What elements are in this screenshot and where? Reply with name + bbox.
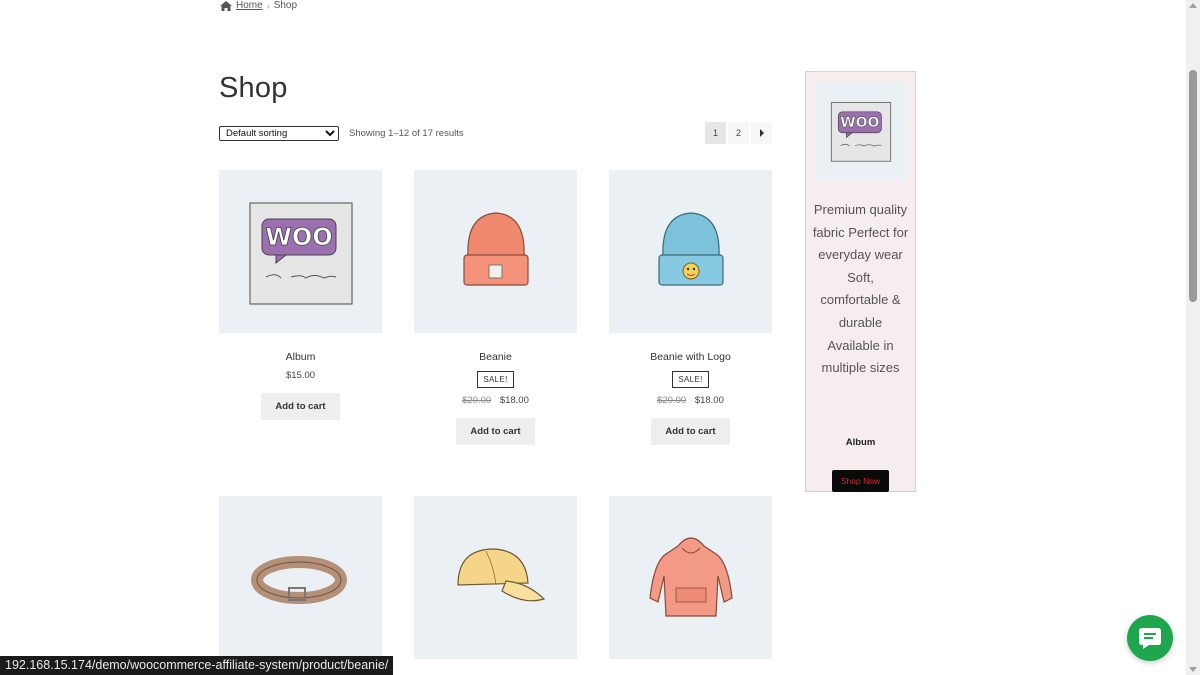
svg-text:WOO: WOO bbox=[840, 115, 879, 131]
add-to-cart-button[interactable]: Add to cart bbox=[261, 393, 340, 420]
original-price: $20.00 bbox=[657, 395, 687, 406]
sale-badge: SALE! bbox=[672, 371, 709, 388]
product-name[interactable]: Album bbox=[219, 351, 382, 363]
sidebar-ad: WOO Premium quality fabric Perfect for e… bbox=[805, 71, 916, 492]
ad-product-image[interactable]: WOO bbox=[814, 81, 907, 181]
chat-icon bbox=[1139, 628, 1161, 649]
product-name[interactable]: Beanie with Logo bbox=[609, 351, 772, 363]
product-price: $20.00 $18.00 bbox=[414, 395, 577, 406]
page-1-button[interactable]: 1 bbox=[705, 122, 726, 144]
product-card-beanie-with-logo: Beanie with Logo SALE! $20.00 $18.00 Add… bbox=[609, 170, 772, 445]
home-icon bbox=[220, 0, 232, 11]
product-image-beanie[interactable] bbox=[414, 170, 577, 333]
sort-dropdown[interactable]: Default sorting bbox=[219, 126, 339, 141]
pagination: 1 2 bbox=[705, 122, 772, 144]
breadcrumb: Home › Shop bbox=[220, 0, 297, 11]
scroll-down-arrow-icon[interactable] bbox=[1189, 667, 1197, 672]
breadcrumb-current: Shop bbox=[273, 0, 298, 11]
product-card-album: WOO Album $15.00 Add to cart bbox=[219, 170, 382, 420]
product-price: $20.00 $18.00 bbox=[609, 395, 772, 406]
album-image: WOO bbox=[248, 201, 353, 305]
product-name[interactable]: Beanie bbox=[414, 351, 577, 363]
current-price: $18.00 bbox=[499, 395, 529, 406]
current-price: $15.00 bbox=[285, 370, 316, 381]
hoodie-image bbox=[648, 536, 733, 617]
product-card-beanie: Beanie SALE! $20.00 $18.00 Add to cart bbox=[414, 170, 577, 445]
product-price: $15.00 bbox=[219, 370, 382, 381]
product-image-hoodie[interactable] bbox=[609, 496, 772, 659]
chat-button[interactable] bbox=[1127, 615, 1173, 661]
breadcrumb-home-link[interactable]: Home bbox=[236, 0, 263, 11]
breadcrumb-separator: › bbox=[266, 0, 270, 11]
beanie-image bbox=[462, 211, 529, 286]
sale-badge: SALE! bbox=[477, 371, 514, 388]
beanie-with-logo-image bbox=[657, 211, 724, 286]
product-image-belt[interactable] bbox=[219, 496, 382, 659]
belt-image bbox=[250, 555, 347, 604]
ad-description: Premium quality fabric Perfect for every… bbox=[812, 202, 909, 376]
ad-title: Album bbox=[845, 436, 876, 448]
status-bar-url: 192.168.15.174/demo/woocommerce-affiliat… bbox=[0, 656, 394, 675]
scroll-up-arrow-icon[interactable] bbox=[1189, 3, 1197, 8]
add-to-cart-button[interactable]: Add to cart bbox=[651, 418, 730, 445]
scrollbar-thumb[interactable] bbox=[1189, 70, 1197, 302]
add-to-cart-button[interactable]: Add to cart bbox=[456, 418, 535, 445]
product-card-belt bbox=[219, 496, 382, 659]
product-image-album[interactable]: WOO bbox=[219, 170, 382, 333]
cap-image bbox=[456, 547, 545, 601]
result-count: Showing 1–12 of 17 results bbox=[349, 128, 464, 139]
next-page-button[interactable] bbox=[751, 122, 772, 144]
product-image-cap[interactable] bbox=[414, 496, 577, 659]
scrollbar[interactable] bbox=[1186, 0, 1200, 675]
chevron-right-icon bbox=[759, 129, 764, 137]
page-2-button[interactable]: 2 bbox=[728, 122, 749, 144]
shop-now-button[interactable]: Shop Now bbox=[831, 469, 890, 492]
product-card-cap bbox=[414, 496, 577, 659]
product-card-hoodie bbox=[609, 496, 772, 659]
album-image: WOO bbox=[830, 102, 891, 162]
page-title: Shop bbox=[219, 72, 288, 104]
svg-text:WOO: WOO bbox=[265, 223, 332, 251]
current-price: $18.00 bbox=[694, 395, 724, 406]
original-price: $20.00 bbox=[462, 395, 492, 406]
product-image-beanie-with-logo[interactable] bbox=[609, 170, 772, 333]
